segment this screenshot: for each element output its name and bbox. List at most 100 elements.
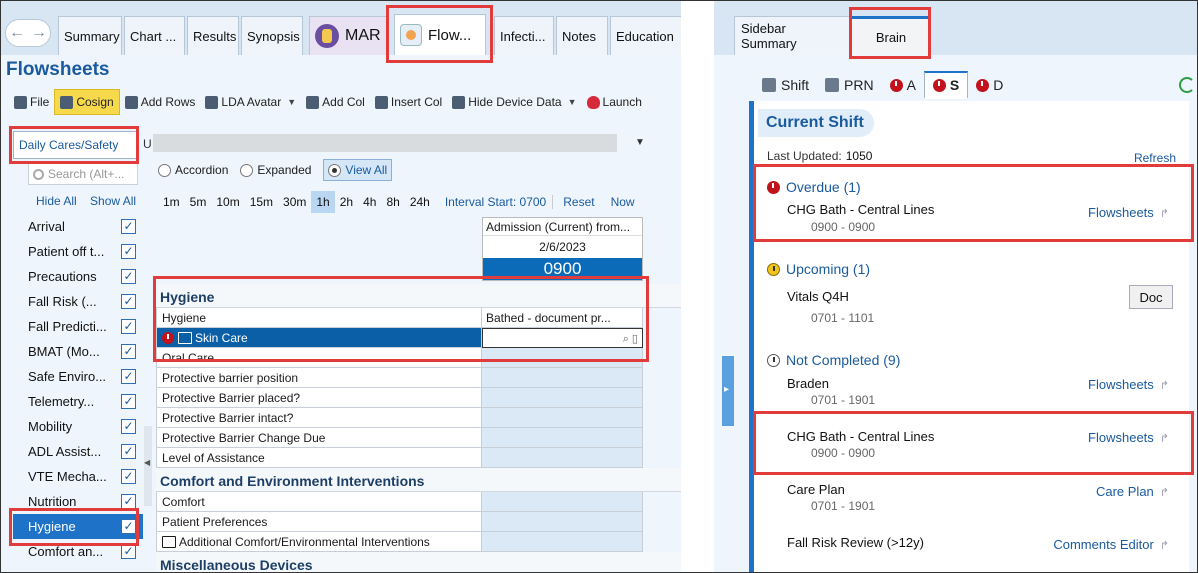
view-all-radio[interactable]: View All — [323, 159, 393, 181]
sidebar-item-adl-assist[interactable]: ADL Assist... ✓ — [13, 439, 143, 464]
table-row[interactable]: Protective Barrier placed? — [156, 388, 681, 408]
refresh-icon[interactable] — [1179, 77, 1195, 93]
tab-education[interactable]: Education — [610, 16, 681, 55]
tab-infection[interactable]: Infecti... — [494, 16, 554, 55]
table-row[interactable]: Protective Barrier Change Due — [156, 428, 681, 448]
section-checkbox[interactable]: ✓ — [121, 244, 136, 259]
table-row[interactable]: Comfort — [156, 492, 681, 512]
tab-notes[interactable]: Notes — [556, 16, 608, 55]
section-search-input[interactable]: Search (Alt+... — [28, 163, 138, 185]
table-row[interactable]: Additional Comfort/Environmental Interve… — [156, 532, 681, 552]
section-checkbox[interactable]: ✓ — [121, 469, 136, 484]
row-value-cell[interactable] — [482, 368, 643, 388]
table-row[interactable]: Level of Assistance — [156, 448, 681, 468]
row-value-cell[interactable] — [482, 408, 643, 428]
flowsheets-link[interactable]: Flowsheets — [1088, 377, 1169, 392]
tab-summary[interactable]: Summary — [58, 16, 122, 55]
tab-a[interactable]: A — [882, 71, 924, 99]
sidebar-collapse-handle[interactable] — [722, 356, 734, 426]
template-tab-next[interactable]: U — [143, 137, 152, 151]
section-checkbox[interactable]: ✓ — [121, 369, 136, 384]
section-checkbox[interactable]: ✓ — [121, 544, 136, 559]
sidebar-item-fall-risk[interactable]: Fall Risk (... ✓ — [13, 289, 143, 314]
section-header-comfort[interactable]: Comfort and Environment Interventions — [156, 468, 681, 492]
group-not-completed[interactable]: Not Completed (9) — [767, 352, 900, 368]
section-checkbox[interactable]: ✓ — [121, 294, 136, 309]
insert-col-button[interactable]: Insert Col — [370, 89, 447, 115]
sidebar-item-fall-predicti[interactable]: Fall Predicti... ✓ — [13, 314, 143, 339]
tab-results[interactable]: Results — [187, 16, 239, 55]
section-header-misc-devices[interactable]: Miscellaneous Devices — [156, 552, 681, 572]
interval-5m[interactable]: 5m — [185, 191, 212, 213]
comments-editor-link[interactable]: Comments Editor — [1053, 537, 1169, 552]
sidebar-item-arrival[interactable]: Arrival ✓ — [13, 214, 143, 239]
show-all-link[interactable]: Show All — [90, 194, 136, 208]
chevron-down-icon[interactable]: ▼ — [568, 97, 577, 107]
group-upcoming[interactable]: Upcoming (1) — [767, 261, 870, 277]
interval-24h[interactable]: 24h — [405, 191, 435, 213]
splitter-handle[interactable] — [144, 426, 152, 506]
accordion-radio[interactable]: Accordion — [158, 163, 228, 177]
section-checkbox[interactable]: ✓ — [121, 444, 136, 459]
sidebar-item-precautions[interactable]: Precautions ✓ — [13, 264, 143, 289]
chevron-down-icon[interactable]: ▼ — [287, 97, 296, 107]
doc-button[interactable]: Doc — [1129, 285, 1173, 309]
expanded-radio[interactable]: Expanded — [240, 163, 311, 177]
tab-synopsis[interactable]: Synopsis — [241, 16, 303, 55]
hide-device-data-button[interactable]: Hide Device Data ▼ — [447, 89, 581, 115]
lda-avatar-button[interactable]: LDA Avatar ▼ — [200, 89, 301, 115]
row-value-cell[interactable] — [482, 532, 643, 552]
care-plan-link[interactable]: Care Plan — [1096, 484, 1169, 499]
tab-chart[interactable]: Chart ... — [124, 16, 185, 55]
row-value-cell[interactable] — [482, 492, 643, 512]
sidebar-item-vte-mecha[interactable]: VTE Mecha... ✓ — [13, 464, 143, 489]
table-row[interactable]: Patient Preferences — [156, 512, 681, 532]
tab-d[interactable]: D — [968, 71, 1011, 99]
interval-8h[interactable]: 8h — [381, 191, 404, 213]
interval-start-link[interactable]: Interval Start: 0700 — [439, 195, 554, 209]
section-checkbox[interactable]: ✓ — [121, 269, 136, 284]
interval-30m[interactable]: 30m — [278, 191, 311, 213]
row-value-cell[interactable] — [482, 512, 643, 532]
tab-shift[interactable]: Shift — [754, 71, 817, 99]
refresh-link[interactable]: Refresh — [1134, 151, 1176, 165]
back-forward-arrows[interactable]: ← → — [5, 19, 51, 47]
interval-4h[interactable]: 4h — [358, 191, 381, 213]
table-row[interactable]: Protective barrier position — [156, 368, 681, 388]
sidebar-item-safe-enviro[interactable]: Safe Enviro... ✓ — [13, 364, 143, 389]
now-link[interactable]: Now — [605, 195, 641, 209]
section-checkbox[interactable]: ✓ — [121, 344, 136, 359]
time-column-header[interactable]: Admission (Current) from... 2/6/2023 090… — [482, 217, 643, 281]
interval-15m[interactable]: 15m — [245, 191, 278, 213]
forward-arrow-icon[interactable]: → — [31, 24, 47, 42]
tab-mar[interactable]: MAR — [309, 16, 389, 55]
section-checkbox[interactable]: ✓ — [121, 494, 136, 509]
sidebar-item-mobility[interactable]: Mobility ✓ — [13, 414, 143, 439]
tab-prn[interactable]: PRN — [817, 71, 882, 99]
tab-sidebar-summary[interactable]: Sidebar Summary — [734, 16, 850, 55]
section-checkbox[interactable]: ✓ — [121, 219, 136, 234]
section-checkbox[interactable]: ✓ — [121, 319, 136, 334]
file-button[interactable]: File — [9, 89, 54, 115]
row-value-cell[interactable] — [482, 428, 643, 448]
sidebar-item-telemetry[interactable]: Telemetry... ✓ — [13, 389, 143, 414]
add-col-button[interactable]: Add Col — [301, 89, 370, 115]
chevron-down-icon[interactable]: ▼ — [635, 137, 645, 148]
hide-all-link[interactable]: Hide All — [36, 194, 77, 208]
launch-button[interactable]: Launch — [582, 89, 647, 115]
table-row[interactable]: Protective Barrier intact? — [156, 408, 681, 428]
row-value-cell[interactable] — [482, 388, 643, 408]
add-rows-button[interactable]: Add Rows — [120, 89, 201, 115]
interval-1m[interactable]: 1m — [158, 191, 185, 213]
section-checkbox[interactable]: ✓ — [121, 419, 136, 434]
cosign-button[interactable]: Cosign — [54, 89, 120, 115]
interval-10m[interactable]: 10m — [211, 191, 244, 213]
row-value-cell[interactable] — [482, 448, 643, 468]
interval-2h[interactable]: 2h — [335, 191, 358, 213]
tab-s[interactable]: S — [923, 71, 969, 99]
reset-link[interactable]: Reset — [557, 195, 600, 209]
sidebar-item-bmat-mo[interactable]: BMAT (Mo... ✓ — [13, 339, 143, 364]
sidebar-item-patient-off-t[interactable]: Patient off t... ✓ — [13, 239, 143, 264]
back-arrow-icon[interactable]: ← — [9, 24, 25, 42]
section-checkbox[interactable]: ✓ — [121, 394, 136, 409]
